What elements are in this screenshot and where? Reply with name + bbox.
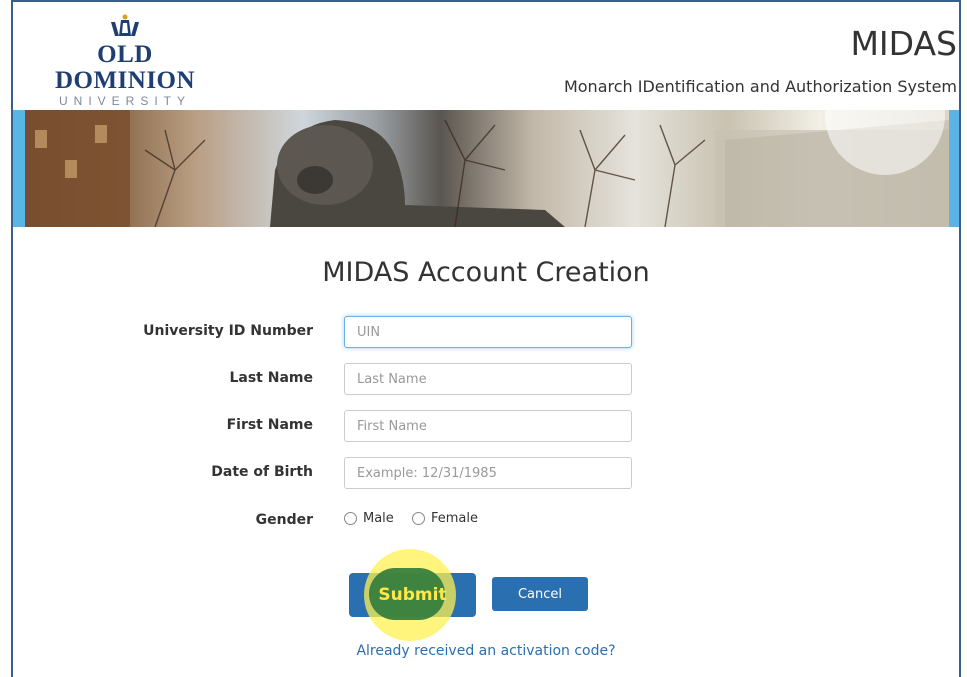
first-name-label: First Name xyxy=(226,417,313,433)
form-title: MIDAS Account Creation xyxy=(322,257,650,288)
uin-input[interactable] xyxy=(344,316,632,348)
gender-row: Gender Male Female xyxy=(13,505,959,537)
gender-radio-group: Male Female xyxy=(344,511,492,529)
dob-row: Date of Birth xyxy=(13,457,959,489)
radio-circle-icon[interactable] xyxy=(344,512,357,525)
uin-label: University ID Number xyxy=(143,323,313,339)
site-title: MIDAS xyxy=(850,24,957,63)
header: OLD DOMINION UNIVERSITY MIDAS Monarch ID… xyxy=(13,2,959,110)
gender-female-label: Female xyxy=(430,511,478,526)
logo-main-text: OLD DOMINION xyxy=(54,41,196,94)
logo-sub-text: UNIVERSITY xyxy=(58,94,191,108)
lion-statue-photo xyxy=(25,110,949,227)
dob-input[interactable] xyxy=(344,457,632,489)
gender-female-radio[interactable]: Female xyxy=(411,511,478,526)
gender-male-radio[interactable]: Male xyxy=(344,511,394,526)
page-frame: OLD DOMINION UNIVERSITY MIDAS Monarch ID… xyxy=(11,0,961,677)
cancel-button[interactable]: Cancel xyxy=(492,577,588,611)
radio-circle-icon[interactable] xyxy=(411,512,425,525)
crown-icon xyxy=(111,14,139,36)
last-name-row: Last Name xyxy=(13,363,959,395)
submit-button-label[interactable]: Submit xyxy=(349,585,476,605)
last-name-label: Last Name xyxy=(229,370,313,386)
first-name-row: First Name xyxy=(13,410,959,442)
first-name-input[interactable] xyxy=(344,410,632,442)
odu-logo[interactable]: OLD DOMINION UNIVERSITY xyxy=(25,14,225,108)
uin-row: University ID Number xyxy=(13,316,959,348)
dob-label: Date of Birth xyxy=(211,464,313,480)
gender-label: Gender xyxy=(255,512,313,528)
site-subtitle: Monarch IDentification and Authorization… xyxy=(563,77,957,96)
last-name-input[interactable] xyxy=(344,363,632,395)
banner-illustration xyxy=(25,110,949,227)
banner xyxy=(13,110,959,227)
gender-male-label: Male xyxy=(363,511,394,526)
activation-code-link[interactable]: Already received an activation code? xyxy=(13,643,959,659)
